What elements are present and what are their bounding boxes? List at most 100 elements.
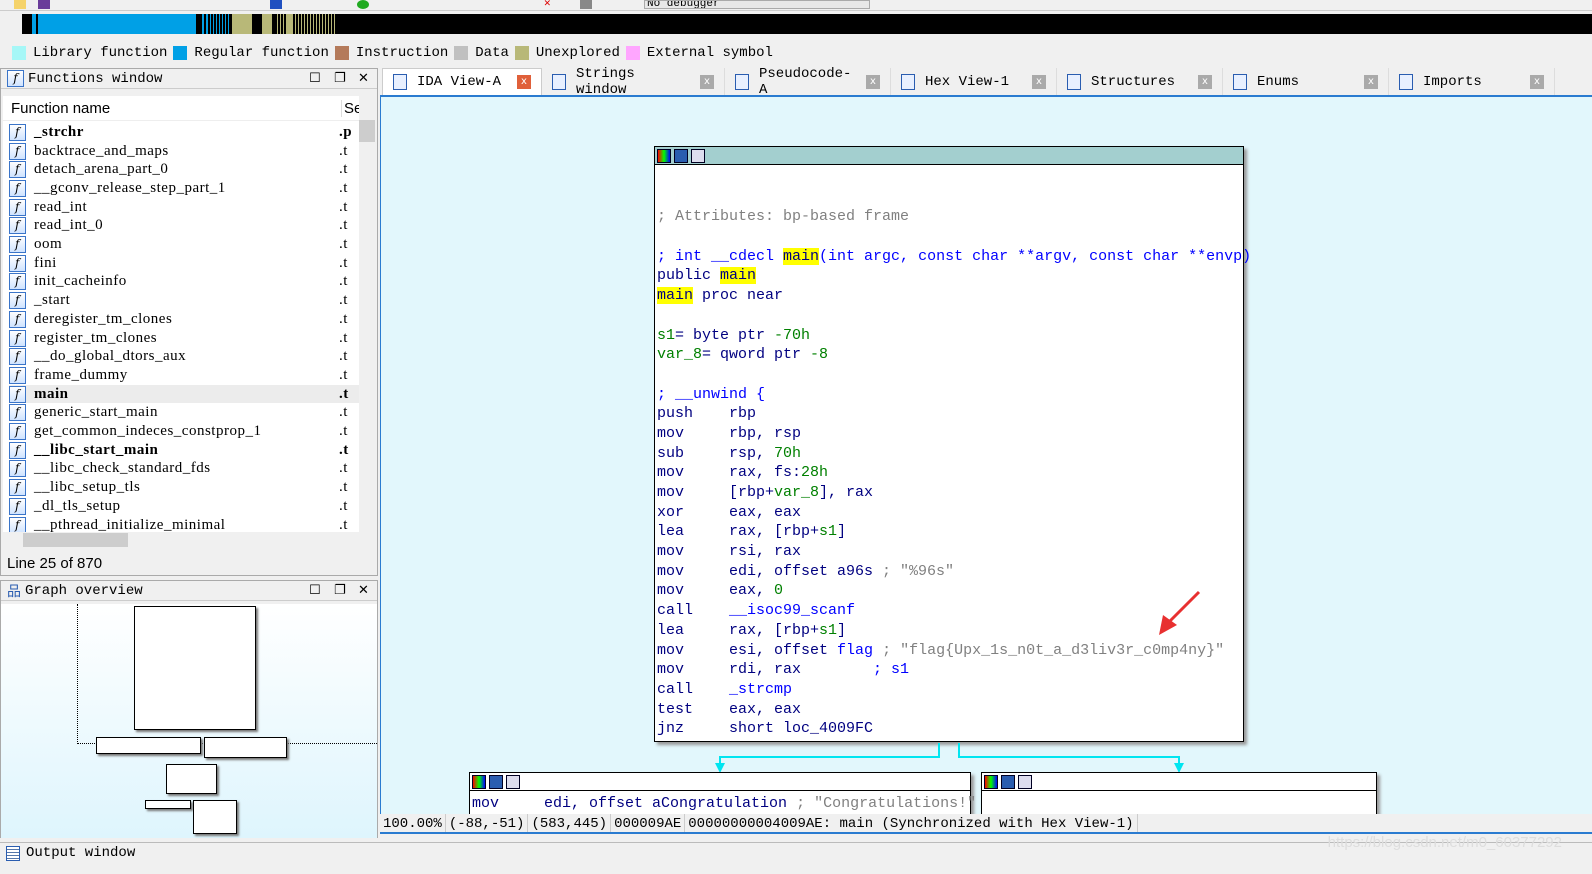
function-icon: f: [9, 161, 26, 179]
close-tab-icon[interactable]: x: [1032, 74, 1046, 89]
maximize-icon[interactable]: ☐: [309, 583, 321, 598]
function-segment: .t: [339, 161, 348, 178]
unexplored-swatch: [514, 46, 529, 60]
line-status: Line 25 of 870: [7, 555, 103, 572]
down-arrow-icon[interactable]: [270, 0, 282, 9]
tab-imports[interactable]: Imports x: [1389, 68, 1555, 95]
group-icon[interactable]: [506, 774, 520, 789]
close-tab-icon[interactable]: x: [700, 74, 714, 89]
close-tab-icon[interactable]: x: [1530, 74, 1544, 89]
function-row[interactable]: f detach_arena_part_0 .t: [9, 160, 359, 179]
graph-overview-canvas[interactable]: [1, 604, 377, 838]
restore-icon[interactable]: ❐: [334, 583, 346, 598]
open-icon[interactable]: [14, 0, 26, 9]
function-icon: f: [9, 460, 26, 478]
function-row[interactable]: f __do_global_dtors_aux .t: [9, 347, 359, 366]
color-icon[interactable]: [472, 774, 486, 789]
tab-enums[interactable]: Enums x: [1223, 68, 1389, 95]
function-row[interactable]: f _start .t: [9, 291, 359, 310]
legend-label: Data: [475, 45, 509, 61]
code-line[interactable]: mov edi, offset aCongratulation ; "Congr…: [472, 794, 976, 814]
close-icon[interactable]: ✕: [544, 0, 556, 10]
vertical-scrollbar[interactable]: [359, 96, 375, 532]
save-icon[interactable]: [38, 0, 50, 9]
function-row[interactable]: f __libc_start_main .t: [9, 441, 359, 460]
function-row[interactable]: f __gconv_release_step_part_1 .t: [9, 179, 359, 198]
maximize-icon[interactable]: ☐: [309, 71, 321, 86]
function-icon: f: [9, 310, 26, 328]
color-icon[interactable]: [984, 774, 998, 789]
scrollbar-thumb[interactable]: [359, 120, 375, 142]
function-row[interactable]: f _strchr .p: [9, 123, 359, 142]
failure-code-block[interactable]: [981, 772, 1377, 814]
function-icon: f: [9, 479, 26, 497]
overview-node: [204, 737, 287, 758]
function-row[interactable]: f deregister_tm_clones .t: [9, 310, 359, 329]
group-icon[interactable]: [1018, 774, 1032, 789]
scrollbar-thumb[interactable]: [23, 533, 128, 547]
debugger-select[interactable]: No debugger: [644, 0, 870, 9]
function-name: main: [34, 385, 69, 402]
play-icon[interactable]: [580, 0, 592, 9]
function-row[interactable]: f _dl_tls_setup .t: [9, 497, 359, 516]
function-row[interactable]: f frame_dummy .t: [9, 366, 359, 385]
function-row[interactable]: f read_int_0 .t: [9, 217, 359, 236]
tab-icon: [1233, 73, 1247, 90]
function-icon: f: [9, 366, 26, 384]
edge-true: [719, 743, 940, 769]
close-tab-icon[interactable]: x: [517, 75, 531, 89]
function-icon: f: [9, 329, 26, 347]
rename-icon[interactable]: [1001, 774, 1015, 789]
function-name: generic_start_main: [34, 404, 158, 421]
disassembly-listing[interactable]: mov edi, offset aCongratulation ; "Congr…: [472, 794, 976, 814]
close-tab-icon[interactable]: x: [1198, 74, 1212, 89]
success-code-block[interactable]: mov edi, offset aCongratulation ; "Congr…: [469, 772, 976, 814]
function-icon: f: [9, 497, 26, 515]
function-row[interactable]: f __pthread_initialize_minimal .t: [9, 516, 359, 532]
close-tab-icon[interactable]: x: [1364, 74, 1378, 89]
function-name: deregister_tm_clones: [34, 310, 173, 327]
function-row[interactable]: f generic_start_main .t: [9, 404, 359, 423]
function-row[interactable]: f __libc_setup_tls .t: [9, 478, 359, 497]
function-name: get_common_indeces_constprop_1: [34, 423, 262, 440]
column-header-function-name[interactable]: Function name: [11, 100, 110, 117]
function-icon: f: [9, 404, 26, 422]
navigation-band[interactable]: [22, 14, 1592, 34]
function-segment: .t: [339, 516, 348, 532]
function-row[interactable]: f init_cacheinfo .t: [9, 273, 359, 292]
function-row[interactable]: f oom .t: [9, 235, 359, 254]
overview-node: [145, 800, 191, 809]
data-swatch: [454, 46, 469, 60]
function-row[interactable]: f get_common_indeces_constprop_1 .t: [9, 422, 359, 441]
tab-icon: [1399, 73, 1413, 90]
function-row[interactable]: f __libc_check_standard_fds .t: [9, 460, 359, 479]
close-icon[interactable]: ✕: [358, 71, 369, 86]
tab-ida-view-a[interactable]: IDA View-A x: [382, 68, 542, 95]
close-icon[interactable]: ✕: [358, 583, 369, 598]
function-segment: .t: [339, 198, 348, 215]
tab-strings-window[interactable]: Strings window x: [542, 65, 725, 98]
function-row[interactable]: f register_tm_clones .t: [9, 329, 359, 348]
tab-hex-view-1[interactable]: Hex View-1 x: [891, 68, 1057, 95]
function-icon: f: [9, 423, 26, 441]
tab-label: Strings window: [576, 65, 635, 98]
function-segment: .t: [339, 441, 349, 458]
function-row[interactable]: f main .t: [9, 384, 359, 404]
function-row[interactable]: f backtrace_and_maps .t: [9, 142, 359, 161]
tab-structures[interactable]: Structures x: [1057, 68, 1223, 95]
tab-label: IDA View-A: [417, 74, 502, 90]
zoom-level: 100.00%: [380, 814, 446, 832]
graph-view[interactable]: ; Attributes: bp-based frame; int __cdec…: [380, 95, 1592, 814]
function-row[interactable]: f fini .t: [9, 254, 359, 273]
run-icon[interactable]: [357, 0, 369, 9]
tab-pseudocode-a[interactable]: Pseudocode-A x: [725, 66, 891, 98]
restore-icon[interactable]: ❐: [334, 71, 346, 86]
function-icon: f: [9, 142, 26, 160]
function-name: detach_arena_part_0: [34, 161, 169, 178]
close-tab-icon[interactable]: x: [866, 74, 880, 89]
horizontal-scrollbar[interactable]: [3, 532, 375, 548]
function-row[interactable]: f read_int .t: [9, 198, 359, 217]
rename-icon[interactable]: [489, 774, 503, 789]
function-segment: .t: [339, 273, 348, 290]
function-segment: .t: [339, 179, 348, 196]
